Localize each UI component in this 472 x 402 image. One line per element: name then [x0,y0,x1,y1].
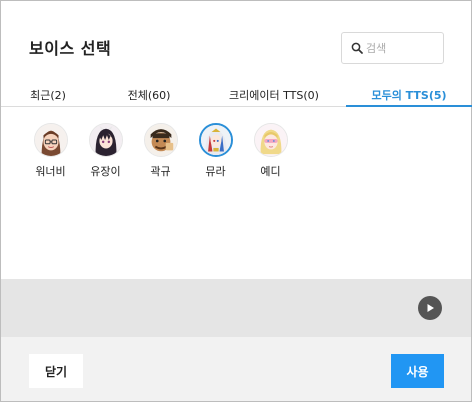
search-box[interactable] [341,32,444,64]
tab-all[interactable]: 전체(60) [95,81,203,107]
voice-select-dialog: 보이스 선택 최근(2) 전체(60) 크리에이터 TTS(0) 모두의 TTS… [0,0,472,402]
voice-name: 뮤라 [205,165,226,178]
preview-player [1,279,471,337]
close-button[interactable]: 닫기 [29,354,83,388]
voice-name: 곽규 [150,165,171,178]
girl-avatar-icon [33,123,68,157]
play-icon[interactable] [418,296,442,320]
voice-name: 워너비 [35,165,66,178]
voice-name: 예디 [260,165,281,178]
man-avatar-icon [143,123,178,157]
tab-creator-tts[interactable]: 크리에이터 TTS(0) [203,81,345,107]
robot-girl-avatar-icon [198,123,233,157]
voice-item[interactable]: 곽규 [133,123,188,179]
voice-item[interactable]: 워너비 [23,123,78,179]
tab-recent[interactable]: 최근(2) [1,81,95,107]
voice-list: 워너비 유장이 곽규 뮤라 예디 [23,123,298,179]
voice-tabs: 최근(2) 전체(60) 크리에이터 TTS(0) 모두의 TTS(5) [1,81,472,107]
voice-item[interactable]: 예디 [243,123,298,179]
voice-item[interactable]: 뮤라 [188,123,243,179]
voice-item[interactable]: 유장이 [78,123,133,179]
search-icon [351,39,363,58]
tab-everyone-tts[interactable]: 모두의 TTS(5) [346,81,472,107]
blonde-girl-avatar-icon [253,123,288,157]
dialog-title: 보이스 선택 [29,39,112,58]
voice-name: 유장이 [90,165,121,178]
search-input[interactable] [366,38,436,58]
use-button[interactable]: 사용 [391,354,444,388]
dialog-footer: 닫기 사용 [1,337,471,401]
dark-hair-girl-avatar-icon [88,123,123,157]
